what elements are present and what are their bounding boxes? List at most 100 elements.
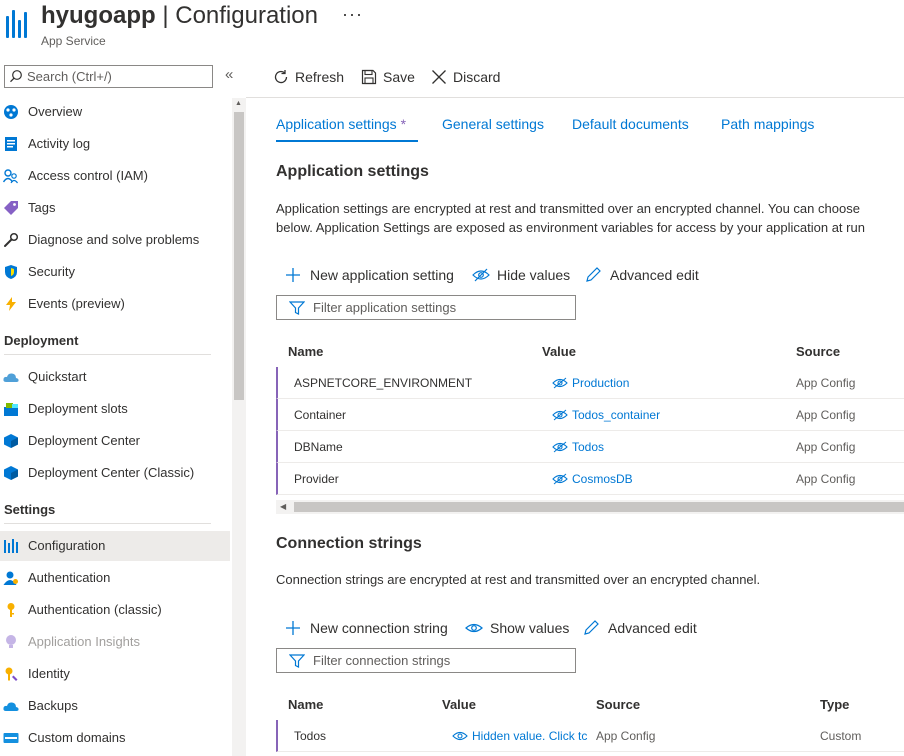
table-row[interactable]: ASPNETCORE_ENVIRONMENT Production App Co…: [276, 367, 904, 399]
section-header-settings: Settings: [4, 499, 211, 524]
connection-value[interactable]: Hidden value. Click tc: [452, 729, 587, 743]
table-row[interactable]: Todos Hidden value. Click tc App Config …: [276, 720, 904, 752]
sidebar-item-overview[interactable]: Overview: [0, 97, 230, 127]
column-header-source[interactable]: Source: [796, 344, 840, 359]
action-label: Advanced edit: [608, 620, 697, 636]
sidebar-item-application-insights[interactable]: Application Insights: [0, 627, 230, 657]
command-bar: Refresh Save Discard: [246, 56, 904, 98]
column-header-type[interactable]: Type: [820, 697, 849, 712]
connection-name[interactable]: Todos: [294, 729, 326, 743]
hide-values-icon: [472, 268, 490, 282]
sidebar-item-deployment-slots[interactable]: Deployment slots: [0, 394, 230, 424]
edit-icon: [584, 620, 599, 635]
sidebar-item-security[interactable]: Security: [0, 257, 230, 287]
setting-value[interactable]: Todos: [552, 440, 604, 454]
sidebar-item-custom-domains[interactable]: Custom domains: [0, 723, 230, 753]
setting-source: App Config: [796, 408, 856, 422]
sidebar-item-activity-log[interactable]: Activity log: [0, 129, 230, 159]
setting-name[interactable]: DBName: [294, 440, 343, 454]
sidebar-scrollbar[interactable]: ▲: [232, 98, 246, 756]
sidebar-item-tags[interactable]: Tags: [0, 193, 230, 223]
key-icon: [5, 667, 18, 681]
table-row[interactable]: Container Todos_container App Config: [276, 399, 904, 431]
sidebar-item-configuration[interactable]: Configuration: [0, 531, 230, 561]
filter-app-settings-input[interactable]: Filter application settings: [276, 295, 576, 320]
tab-general-settings[interactable]: General settings: [442, 116, 544, 132]
column-header-source[interactable]: Source: [596, 697, 640, 712]
connection-type: Custom: [820, 729, 862, 743]
collapse-sidebar-button[interactable]: «: [225, 66, 233, 83]
sidebar-item-label: Access control (IAM): [28, 168, 148, 183]
shield-icon: [5, 265, 17, 279]
filter-icon: [289, 654, 305, 668]
setting-name[interactable]: Container: [294, 408, 346, 422]
main-content: Application settings * General settings D…: [246, 98, 904, 756]
save-button[interactable]: Save: [361, 68, 415, 88]
page-name: Configuration: [175, 2, 318, 29]
column-header-name[interactable]: Name: [288, 344, 323, 359]
scroll-left-icon[interactable]: ◀: [280, 502, 286, 511]
more-options-icon[interactable]: ···: [342, 4, 363, 25]
sidebar-item-events[interactable]: Events (preview): [0, 289, 230, 319]
sidebar-item-diagnose[interactable]: Diagnose and solve problems: [0, 225, 230, 255]
discard-button[interactable]: Discard: [431, 68, 500, 88]
sidebar-scroll-thumb[interactable]: [234, 112, 244, 400]
filter-connection-strings-input[interactable]: Filter connection strings: [276, 648, 576, 673]
tab-default-documents[interactable]: Default documents: [572, 116, 689, 132]
sidebar-item-label: Application Insights: [28, 634, 141, 649]
show-values-button[interactable]: Show values: [465, 619, 569, 637]
app-settings-title: Application settings: [276, 163, 429, 180]
slots-icon: [4, 403, 18, 416]
column-header-value[interactable]: Value: [442, 697, 476, 712]
sidebar-item-label: Tags: [28, 200, 56, 215]
advanced-edit-button[interactable]: Advanced edit: [585, 266, 699, 284]
scroll-up-icon[interactable]: ▲: [235, 100, 242, 107]
setting-value[interactable]: CosmosDB: [552, 472, 633, 486]
column-header-value[interactable]: Value: [542, 344, 576, 359]
sidebar-item-label: Authentication (classic): [28, 602, 162, 617]
setting-name[interactable]: ASPNETCORE_ENVIRONMENT: [294, 376, 472, 390]
app-settings-horizontal-scrollbar[interactable]: ◀: [276, 500, 904, 514]
value-visible-icon: [552, 441, 568, 453]
column-header-name[interactable]: Name: [288, 697, 323, 712]
setting-value[interactable]: Todos_container: [552, 408, 660, 422]
horizontal-scroll-thumb[interactable]: [294, 502, 904, 512]
close-icon: [432, 70, 446, 84]
sidebar-item-identity[interactable]: Identity: [0, 659, 230, 689]
setting-source: App Config: [796, 440, 856, 454]
setting-value-text: CosmosDB: [572, 472, 633, 486]
setting-value[interactable]: Production: [552, 376, 629, 390]
cloud-icon: [3, 373, 19, 382]
app-name: hyugoapp: [41, 2, 156, 29]
action-label: New connection string: [310, 620, 448, 636]
table-row[interactable]: Provider CosmosDB App Config: [276, 463, 904, 495]
table-row[interactable]: DBName Todos App Config: [276, 431, 904, 463]
discard-label: Discard: [453, 69, 501, 85]
section-header-deployment: Deployment: [4, 330, 211, 355]
advanced-edit-connection-button[interactable]: Advanced edit: [583, 619, 697, 637]
hide-values-button[interactable]: Hide values: [472, 266, 570, 284]
sidebar-item-authentication[interactable]: Authentication: [0, 563, 230, 593]
tab-application-settings[interactable]: Application settings *: [276, 116, 406, 132]
modified-indicator: *: [400, 116, 407, 132]
new-application-setting-button[interactable]: New application setting: [285, 266, 454, 284]
refresh-button[interactable]: Refresh: [273, 68, 344, 88]
lightning-icon: [6, 297, 16, 311]
setting-value-text: Production: [572, 376, 630, 390]
sidebar-item-quickstart[interactable]: Quickstart: [0, 362, 230, 392]
sidebar-item-label: Deployment slots: [28, 401, 128, 416]
save-icon: [361, 69, 377, 85]
search-input[interactable]: Search (Ctrl+/): [4, 65, 213, 88]
value-visible-icon: [552, 473, 568, 485]
access-control-icon: [3, 169, 18, 184]
sidebar-item-access-control[interactable]: Access control (IAM): [0, 161, 230, 191]
sidebar-item-authentication-classic[interactable]: Authentication (classic): [0, 595, 230, 625]
sidebar-item-deployment-center-classic[interactable]: Deployment Center (Classic): [0, 458, 230, 488]
setting-name[interactable]: Provider: [294, 472, 339, 486]
key-icon: [7, 603, 15, 617]
sidebar-item-backups[interactable]: Backups: [0, 691, 230, 721]
new-connection-string-button[interactable]: New connection string: [285, 619, 448, 637]
sidebar-item-deployment-center[interactable]: Deployment Center: [0, 426, 230, 456]
sidebar-item-label: Security: [28, 264, 75, 279]
tab-path-mappings[interactable]: Path mappings: [721, 116, 814, 132]
